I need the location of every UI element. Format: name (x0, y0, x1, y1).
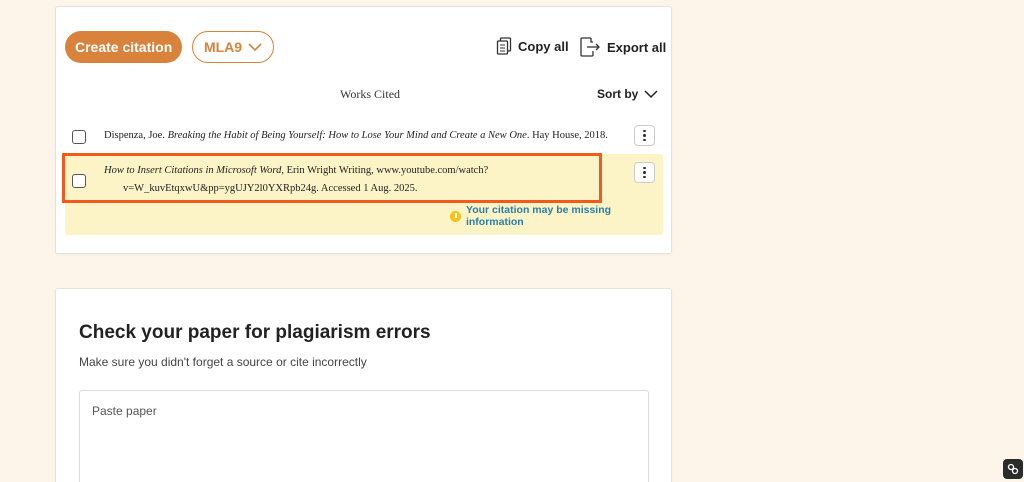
warning-icon (450, 210, 461, 222)
more-vertical-icon (643, 129, 646, 142)
warning-text: Your citation may be missing information (465, 204, 612, 228)
link-icon (1007, 463, 1019, 475)
citation-publisher: . Hay House, 2018. (526, 130, 608, 141)
citation-title: How to Insert Citations in Microsoft Wor… (104, 165, 282, 176)
citation-style-label: MLA9 (203, 39, 243, 55)
missing-info-warning[interactable]: Your citation may be missing information (450, 204, 671, 228)
sort-by-label: Sort by (597, 87, 639, 101)
citation-checkbox-2[interactable] (72, 174, 86, 188)
citation-entry-1[interactable]: Dispenza, Joe. Breaking the Habit of Bei… (104, 127, 608, 145)
plagiarism-subtitle: Make sure you didn't forget a source or … (79, 355, 367, 369)
copy-icon (496, 37, 512, 55)
extension-widget[interactable] (1003, 459, 1023, 479)
chevron-down-icon (248, 42, 262, 51)
plagiarism-check-card: Check your paper for plagiarism errors M… (55, 288, 672, 482)
copy-all-button[interactable]: Copy all (496, 37, 569, 55)
citation-more-button-2[interactable] (634, 162, 655, 183)
works-cited-heading: Works Cited (340, 87, 401, 101)
citation-entry-2[interactable]: How to Insert Citations in Microsoft Wor… (104, 162, 488, 180)
export-icon (580, 37, 600, 57)
copy-all-label: Copy all (518, 38, 569, 54)
paste-paper-input[interactable] (79, 390, 649, 482)
citation-source: , Erin Wright Writing, www.youtube.com/w… (281, 165, 489, 176)
citation-style-dropdown[interactable]: MLA9 (192, 31, 274, 63)
more-vertical-icon (643, 166, 646, 179)
citation-entry-2-line2: v=W_kuvEtqxwU&pp=ygUJY2l0YXRpb24g. Acces… (123, 180, 417, 198)
citation-author: Dispenza, Joe. (104, 130, 168, 141)
plagiarism-title: Check your paper for plagiarism errors (79, 322, 431, 343)
export-all-label: Export all (607, 39, 667, 55)
citation-more-button-1[interactable] (634, 125, 655, 146)
citation-url: v=W_kuvEtqxwU&pp=ygUJY2l0YXRpb24g. Acces… (123, 183, 418, 194)
sort-by-button[interactable]: Sort by (597, 87, 658, 101)
chevron-down-icon (644, 89, 658, 98)
create-citation-button[interactable]: Create citation (65, 31, 183, 63)
export-all-button[interactable]: Export all (579, 37, 666, 57)
citation-checkbox-1[interactable] (72, 130, 86, 144)
citation-list-card: Create citation MLA9 Copy all Export all… (55, 6, 672, 254)
citation-title: Breaking the Habit of Being Yourself: Ho… (167, 130, 527, 141)
